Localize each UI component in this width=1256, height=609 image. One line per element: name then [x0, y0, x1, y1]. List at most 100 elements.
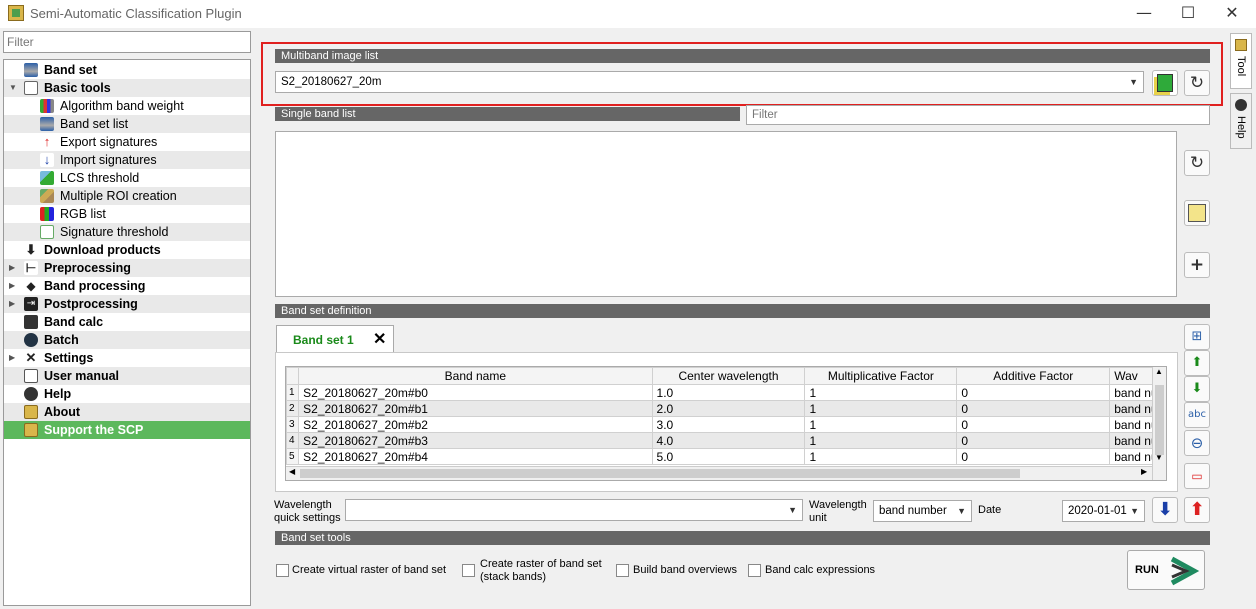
collapsed-arrow-icon[interactable]: ▶	[9, 349, 15, 367]
cell-band-name[interactable]: S2_20180627_20m#b0	[298, 384, 653, 401]
column-header-additive-factor[interactable]: Additive Factor	[956, 367, 1111, 385]
refresh-single-band-button[interactable]: ↻	[1184, 150, 1210, 176]
export-signatures-icon: ↑	[40, 135, 54, 149]
scroll-thumb[interactable]	[300, 469, 1020, 478]
cell-add[interactable]: 0	[956, 400, 1111, 417]
tree-item-export-signatures[interactable]: ↑ Export signatures	[4, 133, 250, 151]
window-title: Semi-Automatic Classification Plugin	[30, 6, 242, 21]
cell-add[interactable]: 0	[956, 432, 1111, 449]
tree-item-rgb-list[interactable]: RGB list	[4, 205, 250, 223]
tree-item-batch[interactable]: Batch	[4, 331, 250, 349]
clear-table-button[interactable]: ▭	[1184, 463, 1210, 489]
cell-band-name[interactable]: S2_20180627_20m#b2	[298, 416, 653, 433]
tab-band-set-1[interactable]: Band set 1 ✕	[276, 325, 394, 353]
chevron-down-icon: ▼	[957, 506, 966, 516]
horizontal-scrollbar[interactable]: ◀ ▶	[286, 466, 1152, 480]
collapsed-arrow-icon[interactable]: ▶	[9, 259, 15, 277]
tree-item-multiple-roi-creation[interactable]: Multiple ROI creation	[4, 187, 250, 205]
sort-by-name-button[interactable]: abc	[1184, 402, 1210, 428]
scroll-up-icon[interactable]: ▲	[1155, 367, 1163, 376]
cell-add[interactable]: 0	[956, 384, 1111, 401]
tree-item-band-calc[interactable]: Band calc	[4, 313, 250, 331]
cell-wavelength[interactable]: 4.0	[651, 432, 806, 449]
cell-add[interactable]: 0	[956, 448, 1111, 465]
export-band-set-button[interactable]: ⬆	[1184, 497, 1210, 523]
cell-mult[interactable]: 1	[804, 416, 958, 433]
cell-mult[interactable]: 1	[804, 400, 958, 417]
add-band-set-button[interactable]: ⊞	[1184, 324, 1210, 350]
cell-add[interactable]: 0	[956, 416, 1111, 433]
single-band-filter-input[interactable]: Filter	[746, 105, 1210, 125]
cell-mult[interactable]: 1	[804, 384, 958, 401]
tree-item-settings[interactable]: ▶ ✕ Settings	[4, 349, 250, 367]
close-tab-icon[interactable]: ✕	[373, 329, 386, 349]
refresh-multiband-button[interactable]: ↻	[1184, 70, 1210, 96]
multiband-image-combo[interactable]: S2_20180627_20m ▼	[275, 71, 1144, 93]
tree-item-basic-tools[interactable]: ▼ Basic tools	[4, 79, 250, 97]
cell-band-name[interactable]: S2_20180627_20m#b4	[298, 448, 653, 465]
tree-item-band-processing[interactable]: ▶ ◆ Band processing	[4, 277, 250, 295]
tree-item-band-set[interactable]: Band set	[4, 61, 250, 79]
cell-wavelength[interactable]: 3.0	[651, 416, 806, 433]
row-index: 2	[286, 400, 300, 417]
remove-band-button[interactable]: ⊖	[1184, 430, 1210, 456]
tab-tool[interactable]: Tool	[1230, 33, 1252, 89]
wavelength-quick-settings-combo[interactable]: ▼	[345, 499, 803, 521]
select-all-button[interactable]	[1184, 200, 1210, 226]
table-row[interactable]: 2 S2_20180627_20m#b1 2.0 1 0 band num	[286, 400, 1166, 417]
tree-item-band-set-list[interactable]: Band set list	[4, 115, 250, 133]
tree-item-help[interactable]: Help	[4, 385, 250, 403]
expanded-arrow-icon[interactable]: ▼	[9, 79, 17, 97]
tree-item-algorithm-band-weight[interactable]: Algorithm band weight	[4, 97, 250, 115]
column-header-center-wavelength[interactable]: Center wavelength	[651, 367, 806, 385]
scroll-right-icon[interactable]: ▶	[1141, 467, 1147, 476]
band-set-table[interactable]: Band name Center wavelength Multiplicati…	[285, 366, 1167, 481]
build-overviews-checkbox[interactable]	[616, 564, 629, 577]
tree-item-signature-threshold[interactable]: Signature threshold	[4, 223, 250, 241]
tree-item-lcs-threshold[interactable]: LCS threshold	[4, 169, 250, 187]
tab-help[interactable]: Help	[1230, 93, 1252, 149]
collapsed-arrow-icon[interactable]: ▶	[9, 295, 15, 313]
cell-wavelength[interactable]: 2.0	[651, 400, 806, 417]
scroll-down-icon[interactable]: ▼	[1155, 453, 1163, 462]
close-button[interactable]: ✕	[1210, 0, 1254, 28]
band-calc-expressions-checkbox[interactable]	[748, 564, 761, 577]
cell-band-name[interactable]: S2_20180627_20m#b1	[298, 400, 653, 417]
date-input[interactable]: 2020-01-01 ▼	[1062, 500, 1145, 522]
tool-filter-input[interactable]: Filter	[3, 31, 251, 53]
add-band-button[interactable]: +	[1184, 252, 1210, 278]
cell-band-name[interactable]: S2_20180627_20m#b3	[298, 432, 653, 449]
cell-mult[interactable]: 1	[804, 432, 958, 449]
minimize-button[interactable]: —	[1122, 0, 1166, 28]
single-band-list[interactable]	[275, 131, 1177, 297]
virtual-raster-checkbox[interactable]	[276, 564, 289, 577]
move-down-button[interactable]: ⬇	[1184, 376, 1210, 402]
tree-item-about[interactable]: About	[4, 403, 250, 421]
wavelength-unit-combo[interactable]: band number ▼	[873, 500, 972, 522]
table-row[interactable]: 1 S2_20180627_20m#b0 1.0 1 0 band num	[286, 384, 1166, 401]
cell-mult[interactable]: 1	[804, 448, 958, 465]
scroll-left-icon[interactable]: ◀	[289, 467, 295, 476]
table-row[interactable]: 4 S2_20180627_20m#b3 4.0 1 0 band num	[286, 432, 1166, 449]
add-to-band-set-button[interactable]	[1152, 70, 1178, 96]
column-header-band-name[interactable]: Band name	[298, 367, 653, 385]
tree-item-import-signatures[interactable]: ↓ Import signatures	[4, 151, 250, 169]
tree-item-download-products[interactable]: ⬇ Download products	[4, 241, 250, 259]
table-row[interactable]: 3 S2_20180627_20m#b2 3.0 1 0 band num	[286, 416, 1166, 433]
move-up-button[interactable]: ⬆	[1184, 350, 1210, 376]
import-band-set-button[interactable]: ⬇	[1152, 497, 1178, 523]
vertical-scrollbar[interactable]: ▲ ▼	[1152, 367, 1166, 480]
scroll-thumb[interactable]	[1155, 385, 1164, 455]
run-button[interactable]: RUN	[1127, 550, 1205, 590]
column-header-multiplicative-factor[interactable]: Multiplicative Factor	[804, 367, 958, 385]
cell-wavelength[interactable]: 5.0	[651, 448, 806, 465]
table-row[interactable]: 5 S2_20180627_20m#b4 5.0 1 0 band num	[286, 448, 1166, 465]
tree-item-postprocessing[interactable]: ▶ ⇥ Postprocessing	[4, 295, 250, 313]
tree-item-support-the-scp[interactable]: Support the SCP	[4, 421, 250, 439]
cell-wavelength[interactable]: 1.0	[651, 384, 806, 401]
maximize-button[interactable]: ☐	[1166, 0, 1210, 28]
stack-bands-checkbox[interactable]	[462, 564, 475, 577]
collapsed-arrow-icon[interactable]: ▶	[9, 277, 15, 295]
tree-item-preprocessing[interactable]: ▶ ⊢ Preprocessing	[4, 259, 250, 277]
tree-item-user-manual[interactable]: User manual	[4, 367, 250, 385]
